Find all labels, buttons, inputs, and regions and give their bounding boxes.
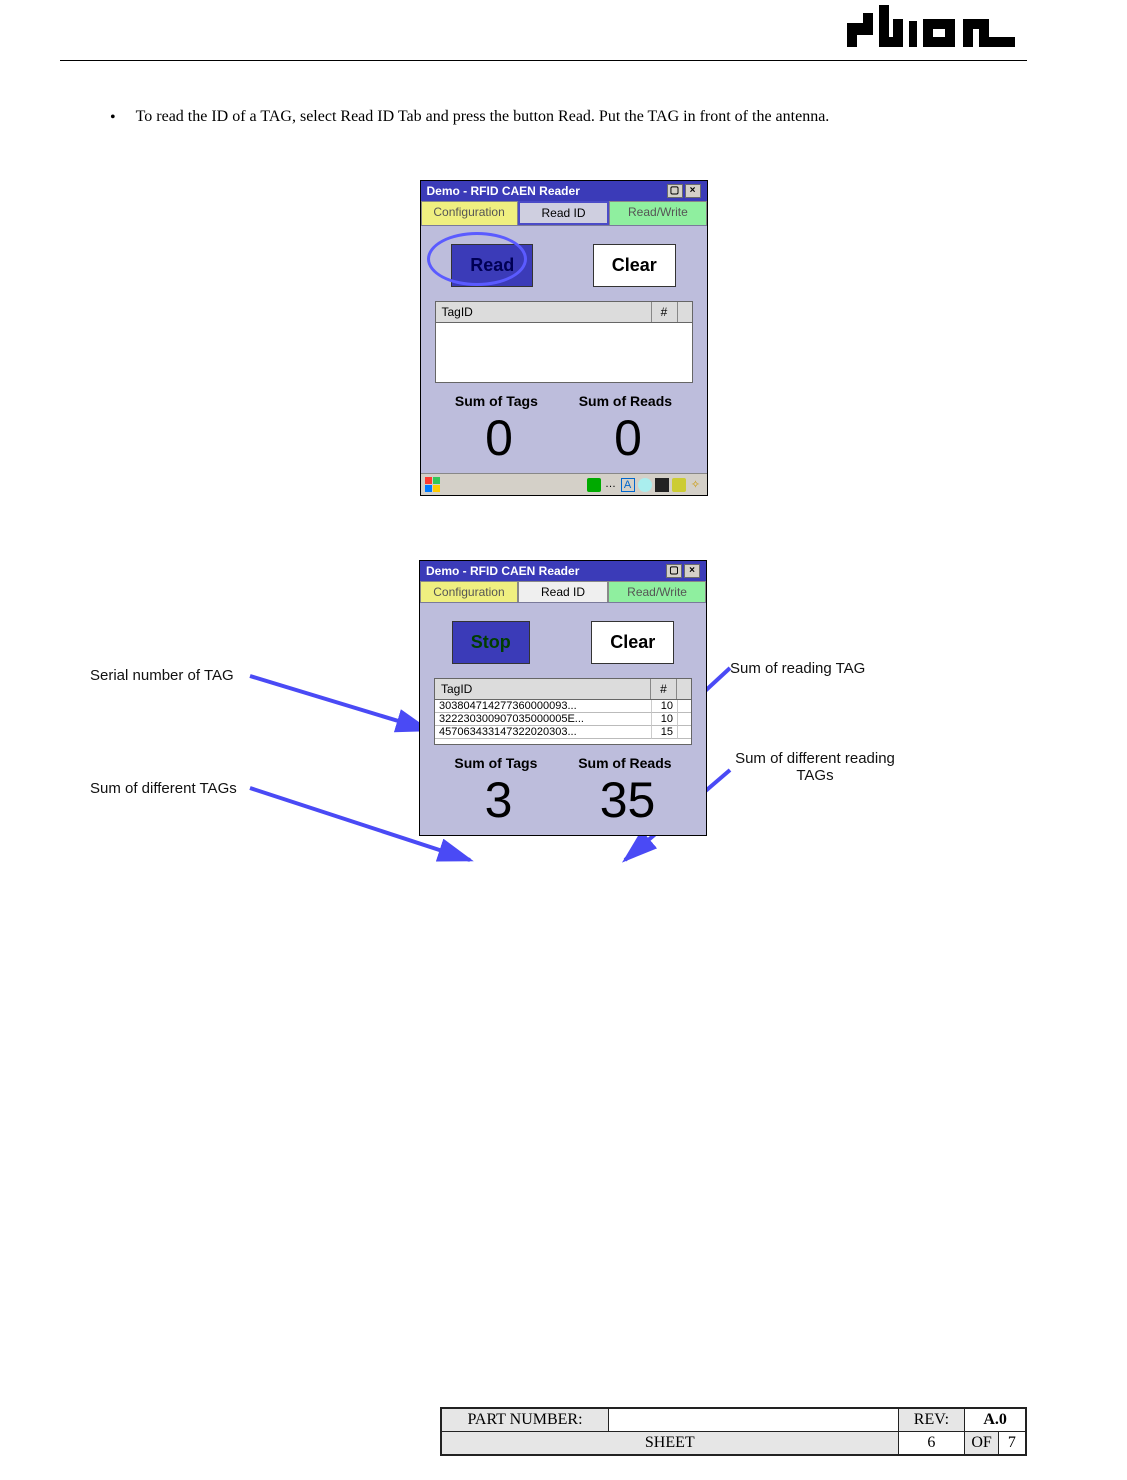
tray-globe-icon[interactable]	[638, 478, 652, 492]
count-header: #	[651, 679, 677, 699]
sheet-of: OF	[965, 1432, 998, 1454]
table-row: 457063433147322020303... 15	[435, 726, 691, 739]
tab-configuration[interactable]: Configuration	[421, 201, 518, 225]
tag-table-header: TagID #	[435, 301, 693, 323]
count-cell: 10	[651, 700, 677, 713]
tag-table-body-empty	[435, 323, 693, 383]
window-restore-icon[interactable]: ▢	[666, 564, 682, 578]
sum-tags-value: 3	[434, 771, 563, 829]
count-cell: 15	[651, 726, 677, 739]
tab-read-write[interactable]: Read/Write	[609, 201, 706, 225]
rev-value: A.0	[965, 1409, 1026, 1432]
stop-button[interactable]: Stop	[452, 621, 530, 664]
sheet-total: 7	[998, 1432, 1025, 1454]
sheet-label: SHEET	[442, 1432, 899, 1455]
part-number-label: PART NUMBER:	[442, 1409, 609, 1432]
count-header: #	[652, 302, 678, 322]
callout-sum-reading: Sum of reading TAG	[730, 660, 865, 677]
sum-reads-value: 35	[563, 771, 692, 829]
tray-lock-icon[interactable]	[672, 478, 686, 492]
sum-tags-label: Sum of Tags	[454, 755, 537, 771]
callout-sum-different-reading: Sum of different reading TAGs	[730, 750, 900, 784]
window-close-icon[interactable]: ×	[685, 184, 701, 198]
sum-tags-label: Sum of Tags	[455, 393, 538, 409]
callout-serial-number: Serial number of TAG	[90, 667, 234, 684]
tab-read-id[interactable]: Read ID	[518, 581, 608, 602]
tab-read-write[interactable]: Read/Write	[608, 581, 706, 602]
read-button[interactable]: Read	[451, 244, 533, 287]
part-number-value	[609, 1409, 899, 1432]
window-title: Demo - RFID CAEN Reader	[427, 184, 580, 198]
tab-configuration[interactable]: Configuration	[420, 581, 518, 602]
callout-sum-different-tags: Sum of different TAGs	[90, 780, 237, 797]
screenshot-read-idle: Demo - RFID CAEN Reader ▢ × Configuratio…	[420, 180, 708, 496]
sum-reads-value: 0	[564, 409, 693, 467]
sum-reads-label: Sum of Reads	[579, 393, 672, 409]
tagid-header: TagID	[435, 679, 651, 699]
tray-phone-icon[interactable]	[587, 478, 601, 492]
sheet-current: 6	[898, 1432, 965, 1455]
tagid-cell: 303804714277360000093...	[435, 700, 651, 713]
rev-label: REV:	[898, 1409, 965, 1432]
tray-a-icon[interactable]: A	[621, 478, 635, 492]
tray-bulb-icon[interactable]: ✧	[689, 478, 703, 492]
sum-tags-value: 0	[435, 409, 564, 467]
count-cell: 10	[651, 713, 677, 726]
window-restore-icon[interactable]: ▢	[667, 184, 683, 198]
brand-logo	[847, 5, 1017, 47]
tray-dots-icon: …	[604, 478, 618, 492]
table-row: 303804714277360000093... 10	[435, 700, 691, 713]
window-title: Demo - RFID CAEN Reader	[426, 564, 579, 578]
tagid-header: TagID	[436, 302, 652, 322]
tag-table-header: TagID #	[434, 678, 692, 700]
clear-button[interactable]: Clear	[591, 621, 674, 664]
tagid-cell: 322230300907035000005E...	[435, 713, 651, 726]
tab-read-id[interactable]: Read ID	[518, 201, 610, 225]
sum-reads-label: Sum of Reads	[578, 755, 671, 771]
table-row: 322230300907035000005E... 10	[435, 713, 691, 726]
header-divider	[60, 60, 1027, 61]
scroll-header-gap	[677, 679, 691, 699]
scroll-header-gap	[678, 302, 692, 322]
bullet-icon: •	[110, 108, 116, 128]
instruction-text: To read the ID of a TAG, select Read ID …	[136, 108, 1007, 128]
window-titlebar: Demo - RFID CAEN Reader ▢ ×	[421, 181, 707, 201]
document-footer: PART NUMBER: REV: A.0 SHEET 6 OF 7	[440, 1407, 1027, 1456]
start-icon[interactable]	[425, 477, 443, 493]
instruction-bullet: • To read the ID of a TAG, select Read I…	[110, 108, 1007, 128]
screenshot-read-running: Demo - RFID CAEN Reader ▢ × Configuratio…	[419, 560, 707, 836]
tray-card-icon[interactable]	[655, 478, 669, 492]
window-titlebar: Demo - RFID CAEN Reader ▢ ×	[420, 561, 706, 581]
tag-table-body: 303804714277360000093... 10 322230300907…	[434, 700, 692, 745]
window-close-icon[interactable]: ×	[684, 564, 700, 578]
tagid-cell: 457063433147322020303...	[435, 726, 651, 739]
taskbar: … A ✧	[421, 473, 707, 495]
clear-button[interactable]: Clear	[593, 244, 676, 287]
